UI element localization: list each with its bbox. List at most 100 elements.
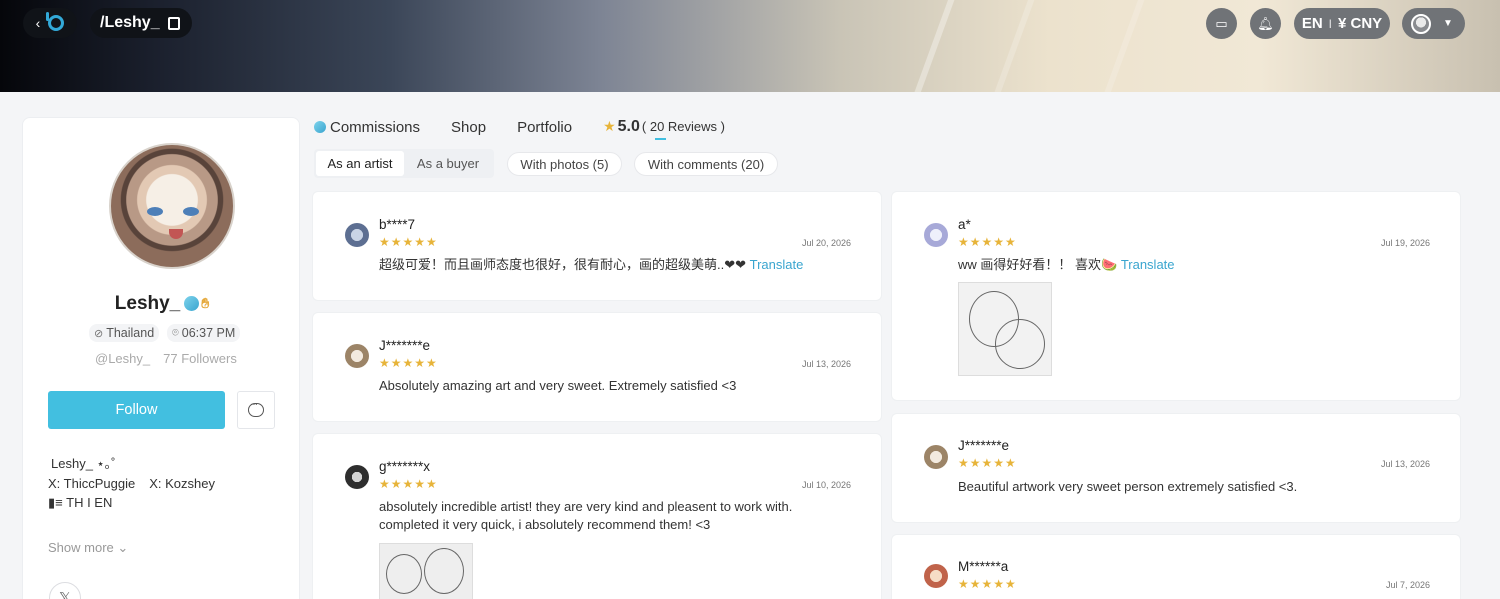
banner-streak — [1096, 0, 1150, 92]
bio-x-account: X: Kozshey — [149, 475, 215, 491]
profile-name-row: Leshy_ ✋︎ — [23, 293, 301, 315]
avatar-eye — [183, 207, 199, 216]
x-social-icon[interactable]: 𝕏 — [49, 582, 81, 599]
sketch-line — [386, 554, 422, 594]
back-home-button[interactable]: ‹ — [23, 8, 77, 38]
review-stars: ★★★★★ — [958, 235, 1017, 249]
review-stars: ★★★★★ — [379, 235, 438, 249]
sketch-line — [995, 319, 1045, 369]
separator: I — [1328, 16, 1332, 31]
sketch-line — [424, 548, 464, 594]
tab-shop[interactable]: Shop — [451, 119, 486, 136]
bio-socials: X: ThiccPuggie X: Kozshey — [48, 474, 229, 494]
review-text: Beautiful artwork very sweet person extr… — [958, 479, 1298, 494]
tab-label: Commissions — [330, 118, 421, 136]
location-icon: ⌾ — [172, 326, 179, 339]
profile-tabs: Commissions Shop Portfolio ★ 5.0 ( 20 Re… — [314, 118, 725, 140]
active-tab-indicator — [655, 138, 667, 140]
profile-bio: Leshy_ ⋆｡˚ X: ThiccPuggie X: Kozshey ▮≡ T… — [48, 454, 229, 513]
star-icon: ★ — [603, 118, 616, 134]
flag-icon: ▮≡ — [48, 495, 67, 510]
chat-icon: ▭ — [1215, 15, 1228, 31]
chevron-down-icon: ⌄ — [117, 540, 129, 555]
review-body-line: completed it very quick, i absolutely re… — [379, 517, 711, 532]
notifications-button[interactable]: 🔔︎ — [1250, 8, 1281, 39]
banner-streak — [986, 0, 1040, 92]
country-chip: ⊘ Thailand — [89, 324, 160, 342]
commission-badge-icon — [314, 121, 326, 133]
tab-label: Portfolio — [517, 118, 573, 136]
site-logo-icon — [46, 12, 65, 31]
reviewer-role-toggle: As an artist As a buyer — [314, 149, 494, 178]
follow-button[interactable]: Follow — [48, 391, 225, 429]
review-date: Jul 19, 2026 — [1380, 238, 1430, 248]
chevron-left-icon: ‹ — [35, 15, 41, 31]
profile-meta: ⊘ Thailand ⌾ 06:37 PM — [89, 324, 241, 342]
profile-name: Leshy_ — [114, 293, 181, 314]
review-card: g*******x ★★★★★ Jul 10, 2026 absolutely … — [312, 433, 882, 599]
with-photos-filter[interactable]: With photos (5) — [507, 152, 622, 176]
copy-icon[interactable] — [167, 16, 180, 30]
reviewer-name: J*******e — [958, 438, 1010, 453]
language-label: EN — [1301, 15, 1323, 32]
avatar-eye — [147, 207, 163, 216]
review-stars: ★★★★★ — [958, 456, 1017, 470]
currency-label: ¥ CNY — [1338, 15, 1383, 32]
reviewer-name: g*******x — [379, 459, 431, 474]
profile-handle: /Leshy_ — [100, 14, 160, 31]
chevron-down-icon: ▼ — [1443, 18, 1453, 29]
review-body-line: absolutely incredible artist! they are v… — [379, 499, 793, 514]
as-artist-option[interactable]: As an artist — [316, 151, 404, 176]
review-photo[interactable] — [958, 282, 1052, 376]
reviewer-avatar — [345, 344, 369, 368]
tab-portfolio[interactable]: Portfolio — [517, 119, 572, 136]
reviewer-avatar — [924, 223, 948, 247]
review-card: M******a ★★★★★ Jul 7, 2026 — [891, 534, 1461, 599]
review-date: Jul 13, 2026 — [1380, 459, 1430, 469]
review-photo[interactable] — [379, 543, 473, 599]
messages-button[interactable]: ▭ — [1206, 8, 1237, 39]
avatar — [1411, 13, 1431, 34]
translate-link[interactable]: Translate — [1121, 257, 1175, 272]
rating-score: 5.0 — [617, 118, 640, 135]
reviewer-avatar — [924, 445, 948, 469]
tab-reviews[interactable]: ★ 5.0 ( 20 Reviews ) — [603, 118, 725, 140]
review-stars: ★★★★★ — [379, 477, 438, 491]
followers-count[interactable]: 77 Followers — [163, 351, 237, 366]
reviewer-name: b****7 — [379, 217, 416, 232]
bio-lang-text: TH I EN — [66, 495, 113, 510]
review-count: ( 20 Reviews ) — [641, 119, 725, 134]
review-text: 超级可爱！而且画师态度也很好，很有耐心，画的超级美萌..❤❤ Translate — [379, 256, 803, 274]
verified-badge-icon — [184, 296, 200, 312]
translate-link[interactable]: Translate — [750, 257, 804, 272]
with-comments-filter[interactable]: With comments (20) — [634, 152, 778, 176]
review-body: 超级可爱！而且画师态度也很好，很有耐心，画的超级美萌..❤❤ — [379, 257, 750, 272]
user-menu[interactable]: ▼ — [1402, 8, 1465, 39]
bio-x-account: X: ThiccPuggie — [48, 475, 136, 491]
at-handle: @Leshy_ — [95, 351, 151, 366]
review-card: J*******e ★★★★★ Jul 13, 2026 Beautiful a… — [891, 413, 1461, 523]
message-artist-button[interactable] — [237, 391, 275, 429]
globe-icon: ⊘ — [94, 327, 104, 340]
review-stars: ★★★★★ — [379, 356, 438, 370]
country: Thailand — [106, 326, 155, 340]
language-currency-selector[interactable]: EN I ¥ CNY — [1294, 8, 1390, 39]
review-date: Jul 7, 2026 — [1385, 580, 1430, 590]
as-buyer-option[interactable]: As a buyer — [404, 151, 492, 176]
reviewer-name: J*******e — [379, 338, 431, 353]
review-body: ww 画得好好看！！ 喜欢🍉 — [958, 257, 1121, 272]
review-card: a* ★★★★★ Jul 19, 2026 ww 画得好好看！！ 喜欢🍉 Tra… — [891, 191, 1461, 401]
chat-bubble-icon — [248, 399, 264, 417]
review-card: J*******e ★★★★★ Jul 13, 2026 Absolutely … — [312, 312, 882, 422]
review-text: absolutely incredible artist! they are v… — [379, 498, 792, 534]
tab-commissions[interactable]: Commissions — [314, 119, 420, 136]
profile-handle-pill: /Leshy_ — [90, 8, 192, 38]
reviewer-avatar — [345, 465, 369, 489]
tab-label: Shop — [451, 118, 487, 136]
review-date: Jul 13, 2026 — [801, 359, 851, 369]
time-chip: ⌾ 06:37 PM — [167, 324, 241, 342]
banner-streak — [906, 0, 960, 92]
review-text: ww 画得好好看！！ 喜欢🍉 Translate — [958, 256, 1175, 274]
review-card: b****7 ★★★★★ Jul 20, 2026 超级可爱！而且画师态度也很好… — [312, 191, 882, 301]
show-more-link[interactable]: Show more ⌄ — [48, 540, 128, 556]
